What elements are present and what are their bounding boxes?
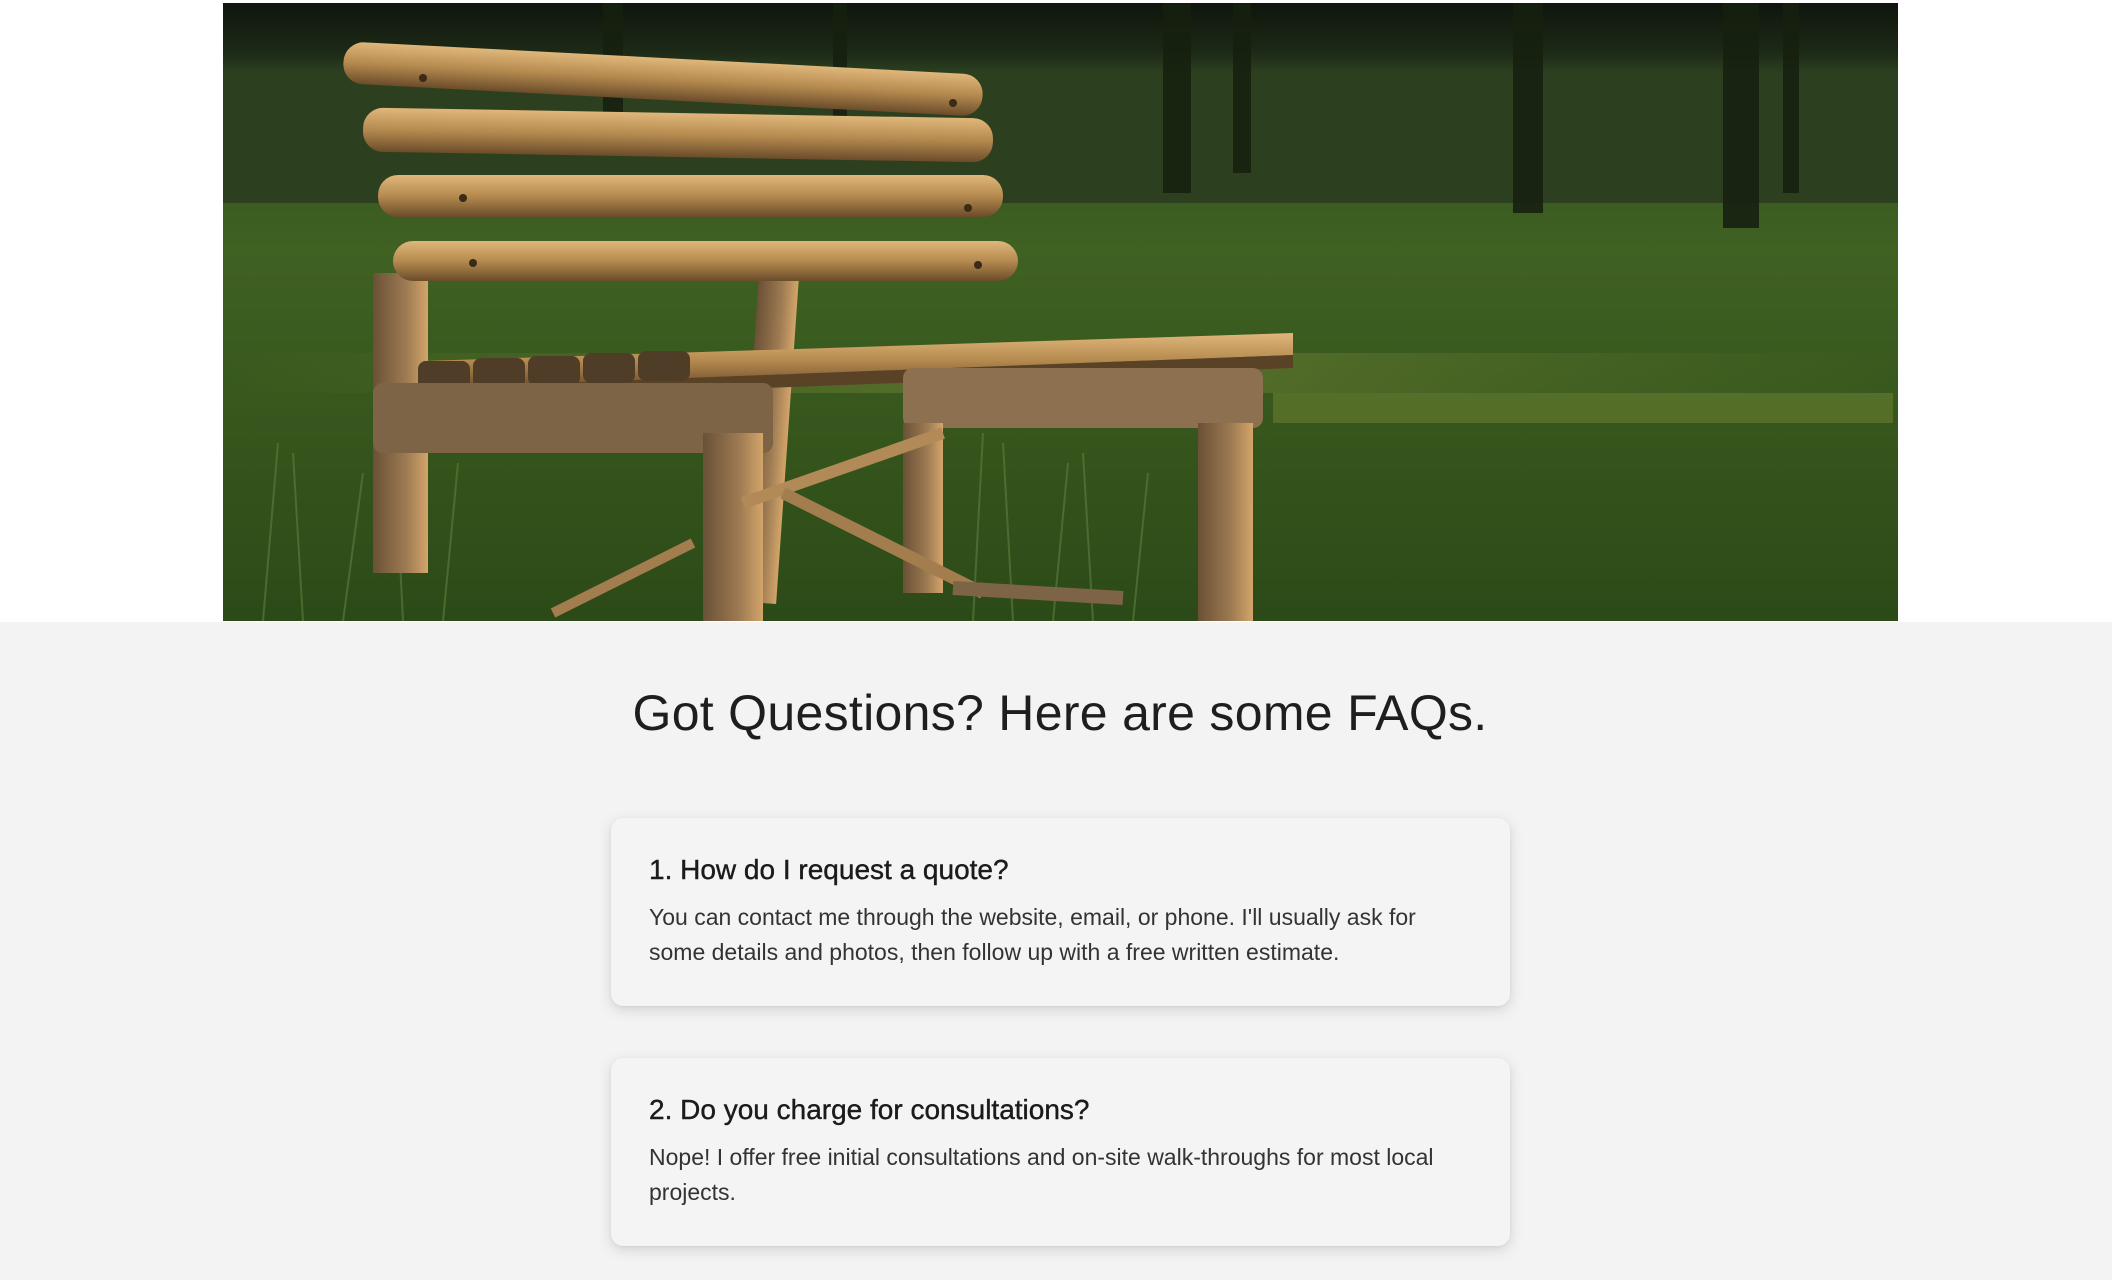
faq-answer: Nope! I offer free initial consultations… (649, 1144, 1434, 1205)
faq-question: 2. Do you charge for consultations? (649, 1094, 1090, 1125)
faq-item: 1. How do I request a quote? You can con… (611, 818, 1510, 1006)
faq-item: 2. Do you charge for consultations? Nope… (611, 1058, 1510, 1246)
faq-question: 1. How do I request a quote? (649, 854, 1009, 885)
hero-bench-image (223, 3, 1898, 621)
faq-title: Got Questions? Here are some FAQs. (632, 685, 1488, 741)
faq-answer: You can contact me through the website, … (649, 904, 1416, 965)
